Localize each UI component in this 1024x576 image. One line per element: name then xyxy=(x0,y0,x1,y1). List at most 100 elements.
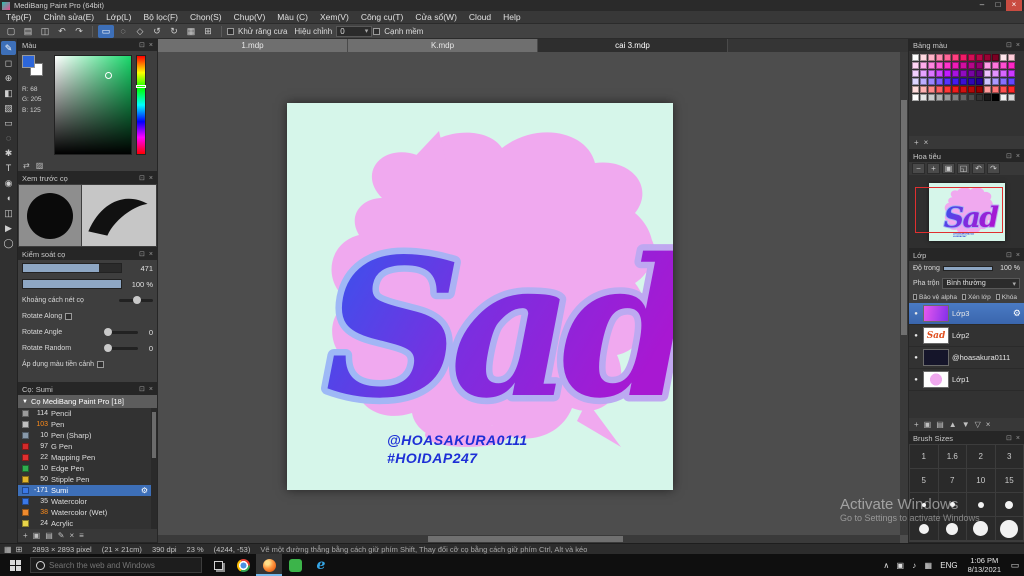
brush-size-cell[interactable]: 1 xyxy=(910,445,938,468)
menu-item-ch-n-s[interactable]: Chọn(S) xyxy=(184,11,228,23)
tab-cai-3-mdp[interactable]: cai 3.mdp xyxy=(538,39,728,52)
save-file-icon[interactable]: ◫ xyxy=(37,25,53,38)
palette-swatch[interactable] xyxy=(976,70,983,77)
brush-opacity-slider[interactable] xyxy=(22,279,122,289)
task-view-button[interactable] xyxy=(206,554,230,576)
palette-swatch[interactable] xyxy=(952,86,959,93)
palette-swatch[interactable] xyxy=(960,62,967,69)
brush-size-cell[interactable] xyxy=(938,517,966,540)
horizontal-scrollbar[interactable] xyxy=(158,535,900,543)
menu-item-ch-p-v[interactable]: Chụp(V) xyxy=(228,11,272,23)
palette-swatch[interactable] xyxy=(920,86,927,93)
palette-swatch[interactable] xyxy=(936,54,943,61)
menu-item-c-a-s-w[interactable]: Cửa sổ(W) xyxy=(409,11,463,23)
fg-apply-checkbox[interactable] xyxy=(97,360,104,368)
volume-icon[interactable]: ♪ xyxy=(907,561,921,570)
palette-swatch[interactable] xyxy=(912,86,919,93)
palette-swatch[interactable] xyxy=(992,70,999,77)
palette-swatch[interactable] xyxy=(920,70,927,77)
duplicate-brush-icon[interactable]: ▣ xyxy=(33,531,41,540)
brush-item-pen-sharp[interactable]: 10 Pen (Sharp) xyxy=(18,430,151,441)
brush-size-cell[interactable] xyxy=(967,493,995,516)
zoom-in-icon[interactable]: + xyxy=(927,163,940,174)
add-brush-icon[interactable]: + xyxy=(23,531,28,540)
palette-swatch[interactable] xyxy=(976,78,983,85)
tray-expand-icon[interactable]: ∧ xyxy=(879,561,893,570)
layer-row-l-p1[interactable]: ● Lớp1 xyxy=(909,369,1024,391)
taskbar-app-chrome[interactable] xyxy=(230,554,256,576)
brush-tool-icon[interactable]: ✎ xyxy=(1,41,16,55)
add-layer-icon[interactable]: + xyxy=(914,420,919,429)
palette-swatch[interactable] xyxy=(920,94,927,101)
brush-size-cell[interactable] xyxy=(938,493,966,516)
palette-swatch[interactable] xyxy=(968,86,975,93)
minimize-button[interactable]: – xyxy=(974,0,990,11)
palette-swatch[interactable] xyxy=(968,70,975,77)
brush-item-mapping-pen[interactable]: 22 Mapping Pen xyxy=(18,452,151,463)
palette-swatch[interactable] xyxy=(976,94,983,101)
palette-swatch[interactable] xyxy=(960,70,967,77)
palette-swatch[interactable] xyxy=(944,78,951,85)
palette-swatch[interactable] xyxy=(928,62,935,69)
menu-item-c-ng-c-t[interactable]: Công cụ(T) xyxy=(355,11,410,23)
menu-item-help[interactable]: Help xyxy=(497,11,526,23)
close-panel-icon[interactable]: × xyxy=(149,42,153,49)
layer-visibility-icon[interactable]: ● xyxy=(912,333,920,339)
snap-toggle-icon[interactable]: ⊞ xyxy=(200,25,216,38)
navigator-view-rect[interactable] xyxy=(915,187,1003,233)
close-button[interactable]: × xyxy=(1006,0,1022,11)
palette-swatch[interactable] xyxy=(912,78,919,85)
palette-swatch[interactable] xyxy=(912,62,919,69)
close-panel-icon[interactable]: × xyxy=(149,251,153,258)
swap-colors-icon[interactable]: ⇄ xyxy=(23,161,30,170)
brush-size-cell[interactable] xyxy=(910,517,938,540)
layer-settings-icon[interactable]: ⚙ xyxy=(1013,308,1021,319)
layer-visibility-icon[interactable]: ● xyxy=(912,311,920,317)
palette-swatch[interactable] xyxy=(976,54,983,61)
palette-swatch[interactable] xyxy=(936,94,943,101)
maximize-button[interactable]: □ xyxy=(990,0,1006,11)
palette-swatch[interactable] xyxy=(1000,94,1007,101)
brush-size-cell[interactable]: 1.6 xyxy=(938,445,966,468)
palette-swatch[interactable] xyxy=(992,62,999,69)
undock-panel-icon[interactable]: ⊡ xyxy=(1006,434,1012,442)
layer-folder-icon[interactable]: ▤ xyxy=(936,420,944,429)
delete-layer-icon[interactable]: × xyxy=(986,420,991,429)
action-center-icon[interactable]: ▭ xyxy=(1006,560,1024,571)
palette-swatch[interactable] xyxy=(960,78,967,85)
palette-swatch[interactable] xyxy=(952,54,959,61)
transparent-color-icon[interactable]: ▨ xyxy=(36,161,44,170)
palette-swatch[interactable] xyxy=(944,54,951,61)
close-panel-icon[interactable]: × xyxy=(149,175,153,182)
brush-size-cell[interactable]: 7 xyxy=(938,469,966,492)
tray-app-icon[interactable]: ▣ xyxy=(893,561,907,570)
language-indicator[interactable]: ENG xyxy=(935,561,962,570)
close-panel-icon[interactable]: × xyxy=(1016,435,1020,442)
rotate-random-slider[interactable] xyxy=(104,343,138,352)
clip-layer-checkbox[interactable] xyxy=(962,294,967,300)
palette-swatch[interactable] xyxy=(960,94,967,101)
palette-swatch[interactable] xyxy=(976,86,983,93)
undo-icon[interactable]: ↶ xyxy=(54,25,70,38)
undock-panel-icon[interactable]: ⊡ xyxy=(139,41,145,49)
network-icon[interactable]: ▦ xyxy=(921,561,935,570)
palette-swatch[interactable] xyxy=(920,78,927,85)
magic-wand-tool-icon[interactable]: ✱ xyxy=(1,146,16,160)
palette-swatch[interactable] xyxy=(944,70,951,77)
eraser-tool-icon[interactable]: ◻ xyxy=(1,56,16,70)
menu-item-xem-v[interactable]: Xem(V) xyxy=(314,11,355,23)
canvas[interactable]: Sad @HOASAKURA0111 #HOIDAP247 xyxy=(287,103,673,490)
palette-swatch[interactable] xyxy=(936,62,943,69)
layer-visibility-icon[interactable]: ● xyxy=(912,355,920,361)
brush-size-cell[interactable] xyxy=(995,517,1023,540)
palette-swatch[interactable] xyxy=(952,62,959,69)
palette-swatch[interactable] xyxy=(920,62,927,69)
grid-indicator-icon-icon[interactable]: ▦ xyxy=(4,545,12,554)
hand-tool-icon[interactable]: ◖ xyxy=(1,191,16,205)
palette-swatch[interactable] xyxy=(984,70,991,77)
menu-item-cloud[interactable]: Cloud xyxy=(463,11,497,23)
brush-folder-icon[interactable]: ▤ xyxy=(45,531,53,540)
soft-edge-checkbox[interactable] xyxy=(373,27,381,35)
undock-panel-icon[interactable]: ⊡ xyxy=(1006,251,1012,259)
palette-swatch[interactable] xyxy=(968,78,975,85)
